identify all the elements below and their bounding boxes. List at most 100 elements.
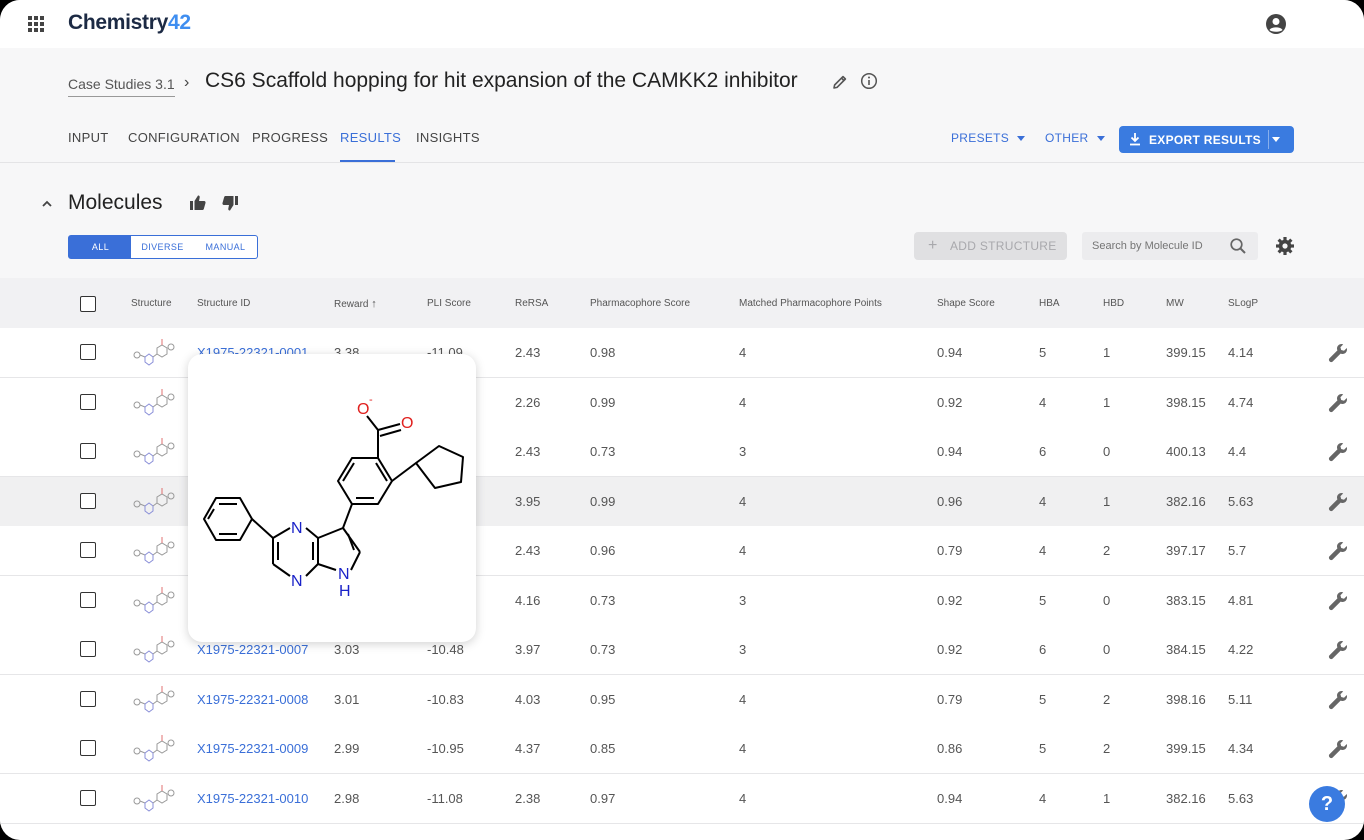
structure-thumbnail[interactable] xyxy=(131,680,175,720)
tab-insights[interactable]: INSIGHTS xyxy=(416,130,480,160)
wrench-icon[interactable] xyxy=(1327,738,1349,760)
thumb-down-icon[interactable] xyxy=(221,194,239,212)
wrench-icon[interactable] xyxy=(1327,639,1349,661)
cell-structure-id[interactable]: X1975-22321-0008 xyxy=(197,692,308,707)
col-slogp[interactable]: SLogP xyxy=(1228,298,1258,309)
cell-shape-score: 0.94 xyxy=(937,444,963,459)
structure-thumbnail[interactable] xyxy=(131,630,175,670)
help-button[interactable]: ? xyxy=(1309,786,1345,822)
presets-button[interactable]: PRESETS xyxy=(951,131,1026,145)
col-pharmacophore-score[interactable]: Pharmacophore Score xyxy=(590,298,690,309)
structure-thumbnail[interactable] xyxy=(131,482,175,522)
cell-hba: 5 xyxy=(1039,691,1047,707)
cell-rersa: 2.26 xyxy=(515,394,541,410)
row-checkbox[interactable] xyxy=(80,393,96,410)
sort-ascending-icon: ↑ xyxy=(371,298,377,310)
table-row[interactable]: X1975-22321-0010 2.98 -11.08 2.38 0.97 4 0.94 4… xyxy=(0,773,1364,824)
structure-thumbnail[interactable] xyxy=(131,779,175,819)
filter-all[interactable]: ALL xyxy=(68,235,133,259)
structure-thumbnail[interactable] xyxy=(131,531,175,571)
apps-grid-icon[interactable] xyxy=(27,15,45,33)
structure-thumbnail[interactable] xyxy=(131,729,175,769)
cell-hbd: 0 xyxy=(1103,642,1111,657)
tab-results[interactable]: RESULTS xyxy=(340,130,401,162)
cell-pharmacophore-score: 0.85 xyxy=(590,741,616,756)
tab-configuration[interactable]: CONFIGURATION xyxy=(128,130,240,160)
export-caret-icon[interactable] xyxy=(1272,137,1280,142)
structure-thumbnail[interactable] xyxy=(131,432,175,472)
breadcrumb-separator: › xyxy=(184,74,190,91)
cell-structure-id[interactable]: X1975-22321-0007 xyxy=(197,642,308,657)
other-caret-icon xyxy=(1096,136,1105,142)
cell-hba: 4 xyxy=(1039,493,1047,509)
cell-hbd: 1 xyxy=(1103,790,1111,806)
col-pli-score[interactable]: PLI Score xyxy=(427,298,471,309)
wrench-icon[interactable] xyxy=(1327,441,1349,463)
col-structure[interactable]: Structure xyxy=(131,298,172,309)
row-checkbox[interactable] xyxy=(80,740,96,756)
structure-thumbnail[interactable] xyxy=(131,581,175,621)
top-bar: Chemistry42 xyxy=(0,0,1364,48)
gear-icon[interactable] xyxy=(1275,236,1295,256)
col-reward[interactable]: Reward ↑ xyxy=(334,298,377,310)
tab-progress[interactable]: PROGRESS xyxy=(252,130,328,160)
cell-shape-score: 0.79 xyxy=(937,543,963,558)
other-button[interactable]: OTHER xyxy=(1045,131,1105,145)
atom-n2: N xyxy=(291,573,303,590)
filter-manual[interactable]: MANUAL xyxy=(194,235,258,259)
row-checkbox[interactable] xyxy=(80,641,96,657)
cell-rersa: 2.43 xyxy=(515,345,541,360)
row-checkbox[interactable] xyxy=(80,492,96,509)
info-icon[interactable] xyxy=(860,72,878,90)
cell-hbd: 0 xyxy=(1103,592,1111,608)
table-row[interactable]: X1975-22321-0008 3.01 -10.83 4.03 0.95 4 0.79 5… xyxy=(0,674,1364,725)
cell-pharmacophore-score: 0.99 xyxy=(590,394,616,410)
cell-pli-score: -10.48 xyxy=(427,642,464,657)
tab-input[interactable]: INPUT xyxy=(68,130,109,160)
row-checkbox[interactable] xyxy=(80,443,96,459)
cell-structure-id[interactable]: X1975-22321-0009 xyxy=(197,741,308,756)
wrench-icon[interactable] xyxy=(1327,590,1349,612)
export-results-button[interactable]: EXPORT RESULTS xyxy=(1119,126,1294,153)
cell-matched-points: 4 xyxy=(739,493,747,509)
col-hba[interactable]: HBA xyxy=(1039,298,1060,309)
row-checkbox[interactable] xyxy=(80,344,96,360)
cell-hbd: 2 xyxy=(1103,741,1111,756)
wrench-icon[interactable] xyxy=(1327,540,1349,562)
cell-mw: 382.16 xyxy=(1166,790,1206,806)
section-title: Molecules xyxy=(68,191,163,214)
col-shape-score[interactable]: Shape Score xyxy=(937,298,995,309)
add-structure-button[interactable]: + ADD STRUCTURE xyxy=(914,232,1067,260)
table-row[interactable]: X1975-22321-0009 2.99 -10.95 4.37 0.85 4 0.86 5… xyxy=(0,724,1364,774)
structure-thumbnail[interactable] xyxy=(131,383,175,423)
row-checkbox[interactable] xyxy=(80,542,96,558)
select-all-checkbox[interactable] xyxy=(80,296,96,312)
download-icon xyxy=(1130,133,1140,146)
collapse-chevron-icon[interactable] xyxy=(40,197,54,211)
row-checkbox[interactable] xyxy=(80,591,96,608)
thumb-up-icon[interactable] xyxy=(189,194,207,212)
row-checkbox[interactable] xyxy=(80,789,96,806)
cell-slogp: 5.7 xyxy=(1228,543,1247,558)
edit-pencil-icon[interactable] xyxy=(831,73,849,91)
col-mw[interactable]: MW xyxy=(1166,298,1184,309)
user-account-icon[interactable] xyxy=(1265,13,1287,35)
col-rersa[interactable]: ReRSA xyxy=(515,298,548,309)
wrench-icon[interactable] xyxy=(1327,392,1349,414)
filter-diverse[interactable]: DIVERSE xyxy=(131,235,195,259)
search-icon[interactable] xyxy=(1229,237,1247,255)
wrench-icon[interactable] xyxy=(1327,342,1349,364)
app-logo[interactable]: Chemistry42 xyxy=(68,11,191,35)
col-matched-points[interactable]: Matched Pharmacophore Points xyxy=(739,298,882,309)
breadcrumb-parent[interactable]: Case Studies 3.1 xyxy=(68,76,175,97)
wrench-icon[interactable] xyxy=(1327,689,1349,711)
col-structure-id[interactable]: Structure ID xyxy=(197,298,250,309)
cell-matched-points: 3 xyxy=(739,642,747,657)
col-hbd[interactable]: HBD xyxy=(1103,298,1124,309)
row-checkbox[interactable] xyxy=(80,690,96,707)
cell-structure-id[interactable]: X1975-22321-0010 xyxy=(197,791,308,806)
structure-thumbnail[interactable] xyxy=(131,333,175,373)
cell-mw: 384.15 xyxy=(1166,642,1206,657)
atom-h: H xyxy=(339,583,351,600)
wrench-icon[interactable] xyxy=(1327,491,1349,513)
